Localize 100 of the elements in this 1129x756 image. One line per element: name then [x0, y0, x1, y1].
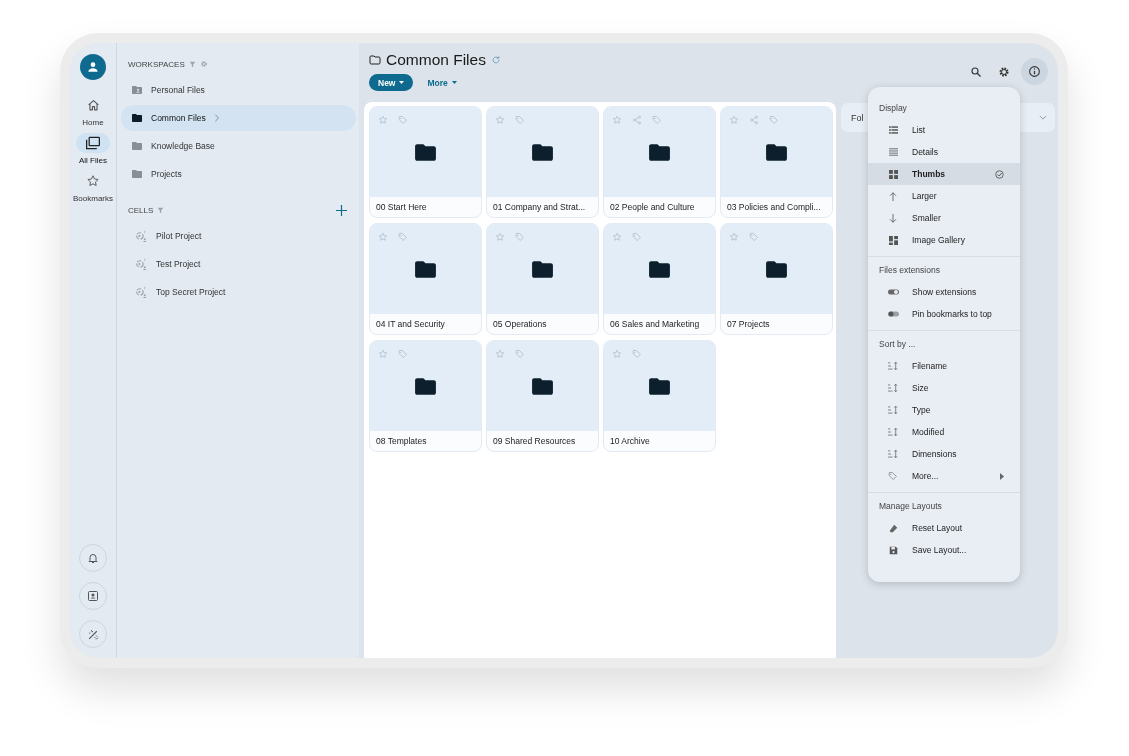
sort-icon — [888, 362, 898, 370]
more-button[interactable]: More — [423, 77, 461, 88]
sort-icon — [888, 428, 898, 436]
add-button[interactable] — [334, 203, 348, 217]
menu-heading: Files extensions — [878, 264, 941, 277]
save-icon — [888, 545, 898, 555]
folder-card[interactable]: 09 Shared Resources — [486, 340, 599, 452]
tag-icon — [398, 232, 408, 242]
menu-item[interactable]: More... — [868, 465, 1020, 487]
personal-folder-icon — [131, 84, 143, 96]
folder-icon — [131, 112, 143, 124]
info-icon — [1028, 65, 1041, 78]
menu-item[interactable]: Filename — [868, 355, 1020, 377]
file-name: 08 Templates — [375, 435, 428, 448]
menu-heading: Display — [878, 102, 908, 115]
folder-icon — [131, 140, 143, 152]
rail-tab[interactable]: All Files — [70, 133, 116, 165]
eraser-icon — [888, 523, 898, 533]
rail-tab[interactable]: Bookmarks — [70, 171, 116, 203]
sidebar-item[interactable]: Personal Files — [121, 77, 356, 103]
star-icon — [378, 232, 388, 242]
star-icon — [612, 232, 622, 242]
file-name: 03 Policies and Compli... — [726, 201, 822, 214]
submenu-arrow-icon — [1000, 472, 1004, 480]
caret-icon — [451, 81, 457, 84]
sort-icon — [888, 406, 898, 414]
filter-icon — [188, 60, 196, 68]
page-title: Common Files — [386, 51, 486, 69]
check-circle-icon — [995, 169, 1004, 179]
tag-icon — [769, 115, 779, 125]
folder-card[interactable]: 02 People and Culture — [603, 106, 716, 218]
sort-icon — [888, 450, 898, 458]
filter-icon — [157, 206, 165, 214]
folder-card[interactable]: 07 Projects — [720, 223, 833, 335]
tag-icon — [652, 115, 662, 125]
tag-icon — [632, 232, 642, 242]
menu-item[interactable]: Thumbs — [868, 163, 1020, 185]
info-button[interactable] — [1021, 58, 1048, 85]
rail-tab[interactable]: Home — [70, 95, 116, 127]
menu-item[interactable]: Smaller — [868, 207, 1020, 229]
tag-icon — [632, 349, 642, 359]
file-name: 05 Operations — [492, 318, 548, 331]
wand-icon — [86, 627, 100, 641]
folder-card[interactable]: 05 Operations — [486, 223, 599, 335]
star-icon — [495, 349, 505, 359]
grid-icon — [888, 169, 898, 179]
menu-item[interactable]: Reset Layout — [868, 517, 1020, 539]
menu-item[interactable]: Image Gallery — [868, 229, 1020, 251]
tag-icon — [888, 471, 898, 481]
folder-card[interactable]: 08 Templates — [369, 340, 482, 452]
chevron-down-icon — [1039, 115, 1047, 120]
share-icon — [749, 115, 759, 125]
details-icon — [888, 148, 898, 156]
star-icon — [86, 174, 100, 188]
list-icon — [888, 126, 898, 134]
menu-heading: Sort by ... — [878, 338, 917, 351]
cell-icon — [135, 229, 148, 243]
sidebar-item[interactable]: Knowledge Base — [121, 133, 356, 159]
menu-heading: Manage Layouts — [878, 500, 943, 513]
star-icon — [495, 232, 505, 242]
person-icon — [86, 60, 100, 74]
cell-icon — [135, 285, 148, 299]
menu-item[interactable]: Pin bookmarks to top — [868, 303, 1020, 325]
plus-icon — [335, 204, 347, 216]
star-icon — [729, 115, 739, 125]
menu-item[interactable]: Dimensions — [868, 443, 1020, 465]
folder-card[interactable]: 06 Sales and Marketing — [603, 223, 716, 335]
sidebar-item[interactable]: Pilot Project — [121, 223, 356, 249]
menu-item[interactable]: List — [868, 119, 1020, 141]
folder-card[interactable]: 10 Archive — [603, 340, 716, 452]
menu-item[interactable]: Larger — [868, 185, 1020, 207]
caret-icon — [399, 81, 405, 84]
folder-card[interactable]: 03 Policies and Compli... — [720, 106, 833, 218]
menu-item[interactable]: Size — [868, 377, 1020, 399]
gallery-icon — [888, 235, 898, 245]
section-heading: CELLS — [128, 205, 154, 215]
menu-item[interactable]: Details — [868, 141, 1020, 163]
menu-item[interactable]: Type — [868, 399, 1020, 421]
cell-icon — [135, 257, 148, 271]
sidebar-item[interactable]: Common Files — [121, 105, 356, 131]
sidebar-item[interactable]: Projects — [121, 161, 356, 187]
folders-icon — [85, 136, 101, 150]
tag-icon — [398, 349, 408, 359]
search-icon — [970, 65, 982, 78]
sidebar-item[interactable]: Top Secret Project — [121, 279, 356, 305]
folder-card[interactable]: 00 Start Here — [369, 106, 482, 218]
arrow-up-icon — [889, 191, 897, 201]
settings-icon — [998, 65, 1010, 78]
file-name: 09 Shared Resources — [492, 435, 577, 448]
avatar[interactable] — [80, 54, 106, 80]
menu-item[interactable]: Modified — [868, 421, 1020, 443]
folder-card[interactable]: 01 Company and Strat... — [486, 106, 599, 218]
folder-card[interactable]: 04 IT and Security — [369, 223, 482, 335]
file-name: 10 Archive — [609, 435, 651, 448]
new-button[interactable]: New — [369, 74, 414, 91]
star-icon — [495, 115, 505, 125]
sidebar-item[interactable]: Test Project — [121, 251, 356, 277]
file-name: 04 IT and Security — [375, 318, 446, 331]
menu-item[interactable]: Show extensions — [868, 281, 1020, 303]
menu-item[interactable]: Save Layout... — [868, 539, 1020, 561]
